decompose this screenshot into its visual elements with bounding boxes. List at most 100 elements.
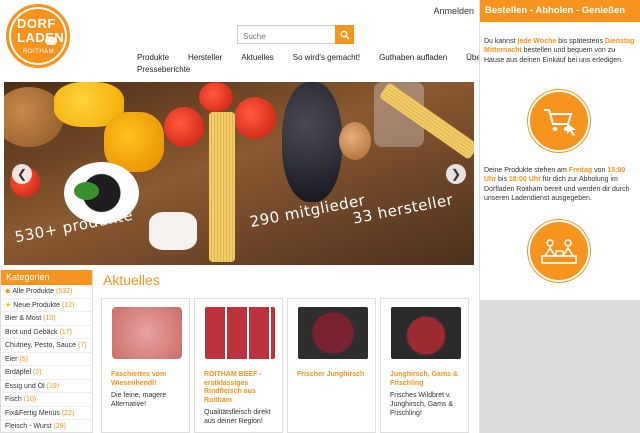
hero-text-producers: 33 hersteller [351,190,455,228]
main-nav: Produkte Hersteller Aktuelles So wird's … [137,53,519,74]
news-card-title[interactable]: ROITHAM BEEF - erstklassiges Rindfleisch… [204,371,279,405]
category-count: (5) [19,355,28,363]
category-item[interactable]: Chutney, Pesto, Sauce (7) [1,339,92,353]
category-count: (532) [55,288,73,295]
onion-image [339,122,371,160]
news-card-title[interactable]: Junghirsch, Gams & Frischling [390,371,465,388]
text: Du kannst [484,38,518,45]
search-input[interactable] [238,28,335,45]
categories-title: Kategorien [1,270,92,285]
hero-slider: 530+ produkte 290 mitglieder 33 herstell… [4,82,474,265]
game-meat-image [391,307,461,359]
basil-image [74,182,99,200]
category-label: Brot und Gebäck [5,328,58,336]
nav-item-hersteller[interactable]: Hersteller [188,53,222,62]
eggplant-image [282,82,342,202]
nav-item-presseberichte[interactable]: Presseberichte [137,65,190,74]
news-card-title[interactable]: Faschiertes vom Wiesenhendl! [111,371,186,388]
category-count: (7) [78,342,87,349]
tomato-image [164,107,204,147]
categories-sidebar: Kategorien ◆ Alle Produkte (532) ★ Neue Pro… [0,270,93,433]
category-count: (10) [23,396,37,403]
logo-line1: DORF [17,16,56,31]
chevron-right-icon: ❯ [450,167,462,181]
pickup-counter-icon [541,239,577,264]
pickup-circle[interactable] [528,220,590,282]
news-card-desc: Frisches Wildbret v. Junghirsch, Gams & … [390,392,454,417]
order-info-text-1: Du kannst jede Woche bis spätestens Dien… [484,37,636,65]
highlight: jede Woche [517,38,557,45]
category-label: Erdäpfel [5,369,32,376]
category-label: Neue Produkte [13,301,60,309]
categories-list: ◆ Alle Produkte (532) ★ Neue Produkte (12) B… [1,285,92,433]
category-item[interactable]: Fleisch - Wurst (29) [1,420,92,433]
tomato-image [199,82,233,112]
news-card-desc: Die feine, magere Alternative! [111,392,167,408]
text: bis spätestens [556,38,605,45]
category-count: (2) [33,369,42,376]
text: Deine Produkte stehen am [484,167,569,174]
search-button[interactable] [335,25,354,44]
order-info-text-2: Deine Produkte stehen am Freitag von 15:… [484,166,636,203]
logo-line3: ROITHAM [23,49,55,55]
category-count: (17) [59,328,72,336]
category-label: Essig und Öl [5,382,45,390]
news-card[interactable]: Frischer Junghirsch [287,298,376,433]
search-icon [340,30,350,40]
category-count: (12) [61,301,75,309]
category-count: (29) [53,423,66,430]
order-info-panel: Bestellen - Abholen - Genießen Du kannst… [479,0,640,300]
category-item[interactable]: ★ Neue Produkte (12) [1,299,92,312]
news-card[interactable]: Junghirsch, Gams & Frischling Frisches W… [380,298,469,433]
pig-icon [45,37,57,45]
spaghetti-image [209,112,235,262]
logo-line2: LADEN [17,30,65,45]
category-item[interactable]: Eier (5) [1,353,92,366]
category-label: Fix&Fertig Menüs [5,409,60,417]
nav-item-aktuelles[interactable]: Aktuelles [241,53,273,62]
login-link[interactable]: Anmelden [433,6,474,16]
order-info-title: Bestellen - Abholen - Genießen [480,0,640,22]
nav-item-guthaben[interactable]: Guthaben aufladen [379,53,447,62]
highlight: 18:00 Uhr [508,176,541,184]
beef-image [205,307,275,359]
category-item[interactable]: ◆ Alle Produkte (532) [1,285,92,299]
news-card[interactable]: ROITHAM BEEF - erstklassiges Rindfleisch… [194,298,283,433]
slider-prev-button[interactable]: ❮ [12,164,32,184]
news-title: Aktuelles [103,272,160,288]
category-count: (22) [61,409,75,417]
category-label: Fisch [5,396,22,403]
text: von [592,167,608,174]
right-panel-background [479,300,640,433]
animals-icon [149,212,197,250]
category-count: (10) [43,315,56,322]
tomato-image [234,97,276,139]
text: bis [496,176,509,184]
category-label: Fleisch - Wurst [5,423,52,430]
nav-item-produkte[interactable]: Produkte [137,53,169,62]
category-item[interactable]: Erdäpfel (2) [1,366,92,380]
minced-meat-image [112,307,182,359]
category-item[interactable]: Fisch (10) [1,393,92,407]
highlight: Freitag [568,167,593,174]
news-card-desc: Qualitätsfleisch direkt aus deiner Regio… [204,409,271,425]
category-item[interactable]: Bier & Most (10) [1,312,92,326]
nav-item-so-wirds-gemacht[interactable]: So wird's gemacht! [293,53,360,62]
category-label: Bier & Most [5,315,42,322]
category-label: Chutney, Pesto, Sauce [5,342,77,349]
logo[interactable]: DORF LADEN ROITHAM [6,4,70,68]
search-box [237,25,354,45]
slider-next-button[interactable]: ❯ [446,164,466,184]
tag-icon: ◆ [5,288,11,295]
category-item[interactable]: Fix&Fertig Menüs (22) [1,407,92,420]
news-card-title[interactable]: Frischer Junghirsch [297,371,372,380]
star-icon: ★ [5,301,12,309]
category-count: (19) [46,382,60,390]
order-circle[interactable] [528,90,590,152]
category-label: Eier [5,355,18,363]
category-item[interactable]: Brot und Gebäck (17) [1,326,92,339]
category-item[interactable]: Essig und Öl (19) [1,380,92,393]
news-card[interactable]: Faschiertes vom Wiesenhendl! Die feine, … [101,298,190,433]
page: DORF LADEN ROITHAM Anmelden Produkte Her… [0,0,640,433]
category-label: Alle Produkte [12,288,55,295]
